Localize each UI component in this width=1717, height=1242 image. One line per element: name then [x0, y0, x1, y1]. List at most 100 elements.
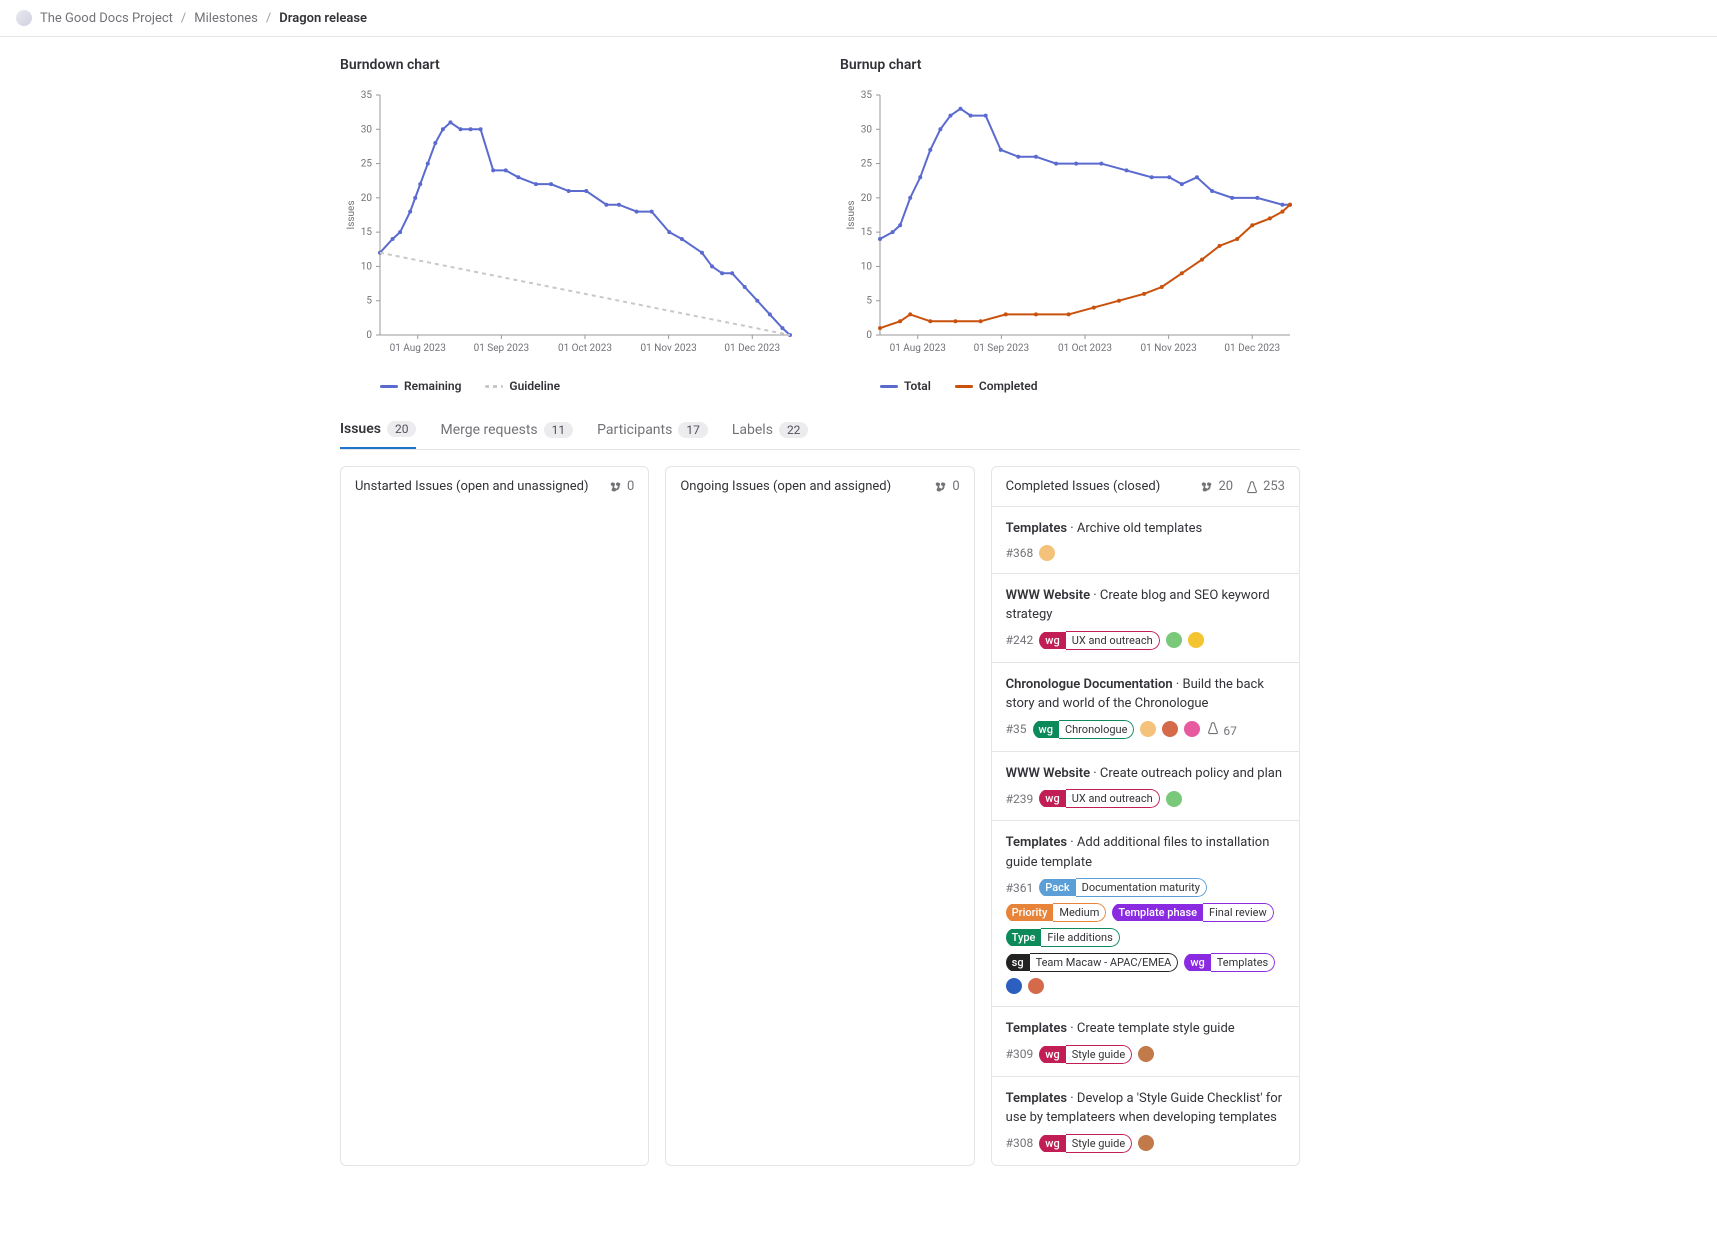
svg-text:01 Aug 2023: 01 Aug 2023 — [890, 343, 946, 354]
assignee-avatar[interactable] — [1039, 545, 1055, 561]
svg-text:10: 10 — [361, 261, 373, 272]
svg-text:0: 0 — [866, 330, 872, 341]
issue-label[interactable]: wgChronologue — [1033, 720, 1135, 739]
weight-icon — [1245, 480, 1259, 494]
svg-text:35: 35 — [361, 90, 373, 101]
svg-text:01 Dec 2023: 01 Dec 2023 — [724, 343, 780, 354]
svg-text:0: 0 — [366, 330, 372, 341]
project-avatar — [16, 10, 32, 26]
burnup-svg: 0510152025303501 Aug 202301 Sep 202301 O… — [840, 85, 1300, 365]
assignee-avatar[interactable] — [1166, 632, 1182, 648]
breadcrumb-current: Dragon release — [279, 11, 367, 26]
merge-count: 0 — [934, 479, 959, 494]
issue-card[interactable]: Templates · Create template style guide #… — [992, 1006, 1299, 1076]
breadcrumb-section[interactable]: Milestones — [194, 11, 258, 26]
issue-title: Templates · Archive old templates — [1006, 519, 1285, 539]
merge-count: 20 — [1200, 479, 1233, 494]
tab-count: 20 — [387, 421, 417, 437]
issue-label[interactable]: wgStyle guide — [1039, 1134, 1132, 1153]
legend-item[interactable]: Guideline — [485, 379, 560, 393]
issue-meta: #308 wgStyle guide — [1006, 1134, 1285, 1153]
assignee-avatar[interactable] — [1028, 978, 1044, 994]
tab-participants[interactable]: Participants17 — [597, 411, 708, 449]
issue-title: Templates · Add additional files to inst… — [1006, 833, 1285, 872]
svg-text:Issues: Issues — [346, 200, 357, 229]
tab-issues[interactable]: Issues20 — [340, 411, 416, 449]
merge-count: 0 — [609, 479, 634, 494]
charts-row: Burndown chart 0510152025303501 Aug 2023… — [340, 57, 1300, 393]
assignee-avatar[interactable] — [1140, 721, 1156, 737]
issue-card[interactable]: WWW Website · Create blog and SEO keywor… — [992, 573, 1299, 662]
issue-label[interactable]: PriorityMedium — [1006, 903, 1107, 922]
merge-request-icon — [934, 480, 948, 494]
col-completed: Completed Issues (closed) 20 253 Templat… — [991, 466, 1300, 1166]
issue-label[interactable]: wgStyle guide — [1039, 1045, 1132, 1064]
svg-text:10: 10 — [861, 261, 873, 272]
col-title: Ongoing Issues (open and assigned) — [680, 479, 891, 494]
assignee-avatar[interactable] — [1138, 1046, 1154, 1062]
issue-title: Templates · Develop a 'Style Guide Check… — [1006, 1089, 1285, 1128]
issue-ref: #308 — [1006, 1136, 1034, 1150]
tab-labels[interactable]: Labels22 — [732, 411, 809, 449]
issue-meta: #368 — [1006, 545, 1285, 561]
issue-card[interactable]: Templates · Archive old templates #368 — [992, 506, 1299, 573]
issue-meta: #309wgStyle guide — [1006, 1045, 1285, 1064]
tabs: Issues20 Merge requests11 Participants17 La… — [340, 411, 1300, 450]
tab-label: Participants — [597, 422, 672, 438]
issue-card[interactable]: WWW Website · Create outreach policy and… — [992, 751, 1299, 821]
issue-title: WWW Website · Create outreach policy and… — [1006, 764, 1285, 784]
svg-text:01 Sep 2023: 01 Sep 2023 — [974, 343, 1030, 354]
issue-card[interactable]: Chronologue Documentation · Build the ba… — [992, 662, 1299, 751]
svg-text:01 Aug 2023: 01 Aug 2023 — [390, 343, 446, 354]
issue-label[interactable]: TypeFile additions — [1006, 928, 1120, 947]
legend-label: Total — [904, 379, 931, 393]
issue-weight: 67 — [1206, 721, 1236, 738]
legend-swatch — [955, 385, 973, 388]
issue-card[interactable]: Templates · Add additional files to inst… — [992, 820, 1299, 1006]
issue-list: Templates · Archive old templates #368 WWW… — [992, 506, 1299, 1165]
issue-label[interactable]: wgTemplates — [1184, 953, 1275, 972]
col-ongoing: Ongoing Issues (open and assigned) 0 — [665, 466, 974, 1166]
assignee-avatar[interactable] — [1184, 721, 1200, 737]
assignee-avatar[interactable] — [1138, 1135, 1154, 1151]
assignee-avatar[interactable] — [1162, 721, 1178, 737]
col-unstarted: Unstarted Issues (open and unassigned) 0 — [340, 466, 649, 1166]
legend-item[interactable]: Total — [880, 379, 931, 393]
svg-text:15: 15 — [861, 227, 873, 238]
merge-request-icon — [609, 480, 623, 494]
issue-label[interactable]: wgUX and outreach — [1039, 789, 1159, 808]
legend-label: Completed — [979, 379, 1038, 393]
legend-item[interactable]: Remaining — [380, 379, 461, 393]
svg-text:01 Sep 2023: 01 Sep 2023 — [474, 343, 530, 354]
svg-text:Issues: Issues — [846, 200, 857, 229]
breadcrumb-project[interactable]: The Good Docs Project — [40, 11, 173, 26]
issue-card[interactable]: Templates · Develop a 'Style Guide Check… — [992, 1076, 1299, 1165]
issue-title: WWW Website · Create blog and SEO keywor… — [1006, 586, 1285, 625]
assignee-avatar[interactable] — [1006, 978, 1022, 994]
tab-merge-requests[interactable]: Merge requests11 — [440, 411, 573, 449]
svg-text:01 Dec 2023: 01 Dec 2023 — [1224, 343, 1280, 354]
assignee-avatar[interactable] — [1188, 632, 1204, 648]
svg-text:20: 20 — [861, 193, 873, 204]
legend-item[interactable]: Completed — [955, 379, 1038, 393]
burnup-legend: Total Completed — [840, 379, 1300, 393]
issue-meta: #361PackDocumentation maturityPriorityMe… — [1006, 878, 1285, 994]
issue-columns: Unstarted Issues (open and unassigned) 0… — [340, 466, 1300, 1166]
issue-label[interactable]: wgUX and outreach — [1039, 631, 1159, 650]
svg-text:01 Nov 2023: 01 Nov 2023 — [640, 343, 696, 354]
issue-title: Templates · Create template style guide — [1006, 1019, 1285, 1039]
assignee-avatar[interactable] — [1166, 791, 1182, 807]
issue-label[interactable]: sgTeam Macaw - APAC/EMEA — [1006, 953, 1179, 972]
issue-label[interactable]: PackDocumentation maturity — [1039, 878, 1207, 897]
burndown-legend: Remaining Guideline — [340, 379, 800, 393]
svg-text:35: 35 — [861, 90, 873, 101]
burndown-chart: Burndown chart 0510152025303501 Aug 2023… — [340, 57, 800, 393]
breadcrumb-sep: / — [266, 11, 271, 26]
merge-request-icon — [1200, 480, 1214, 494]
svg-text:01 Oct 2023: 01 Oct 2023 — [558, 343, 612, 354]
issue-label[interactable]: Template phaseFinal review — [1112, 903, 1273, 922]
col-title: Unstarted Issues (open and unassigned) — [355, 479, 589, 494]
tab-count: 22 — [779, 422, 809, 438]
svg-text:01 Nov 2023: 01 Nov 2023 — [1140, 343, 1196, 354]
issue-meta: #242wgUX and outreach — [1006, 631, 1285, 650]
